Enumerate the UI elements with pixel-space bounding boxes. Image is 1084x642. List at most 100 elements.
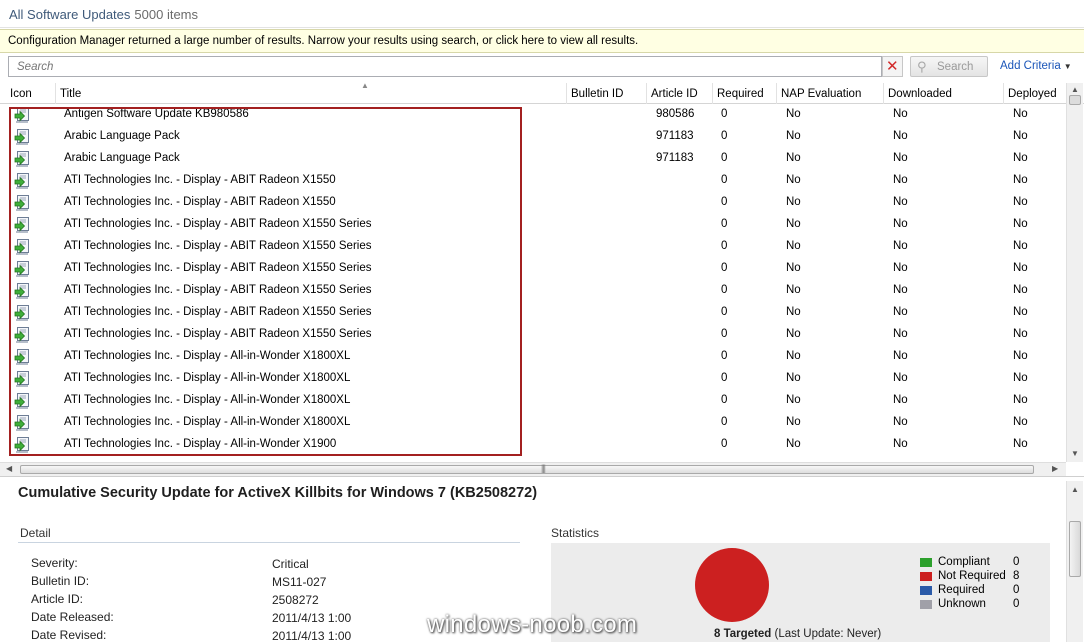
column-header-deployed[interactable]: Deployed [1004, 83, 1066, 104]
results-info-text[interactable]: Configuration Manager returned a large n… [8, 35, 638, 47]
legend-label: Required [938, 584, 985, 596]
legend-item-required: Required 0 [919, 584, 1029, 598]
legend-value: 0 [1013, 584, 1020, 596]
cell-deployed: No [1013, 262, 1028, 274]
cell-nap-evaluation: No [786, 108, 801, 120]
table-row[interactable]: ATI Technologies Inc. - Display - ABIT R… [0, 258, 1066, 280]
grid-header: Icon Title ▲ Bulletin ID Article ID Requi… [0, 81, 1084, 104]
legend-label: Compliant [938, 556, 990, 568]
search-button[interactable]: ⚲ Search [910, 56, 988, 77]
legend-value: 0 [1013, 598, 1020, 610]
date-revised-value: 2011/4/13 1:00 [272, 629, 352, 642]
table-row[interactable]: ATI Technologies Inc. - Display - ABIT R… [0, 302, 1066, 324]
clear-search-button[interactable]: ✕ [882, 56, 903, 77]
column-header-nap-evaluation[interactable]: NAP Evaluation [777, 83, 884, 104]
scroll-down-icon[interactable]: ▼ [1071, 449, 1079, 458]
software-update-icon [14, 437, 30, 453]
cell-title: ATI Technologies Inc. - Display - All-in… [64, 350, 351, 362]
details-vertical-scrollbar[interactable]: ▲ [1066, 481, 1083, 642]
cell-deployed: No [1013, 306, 1028, 318]
cell-title: Antigen Software Update KB980586 [64, 108, 249, 120]
column-header-required[interactable]: Required [713, 83, 777, 104]
hscroll-thumb[interactable]: ||| [20, 463, 1034, 474]
cell-downloaded: No [893, 108, 908, 120]
cell-downloaded: No [893, 196, 908, 208]
legend-swatch-compliant [920, 558, 932, 567]
software-update-icon [14, 151, 30, 167]
search-icon: ⚲ [917, 59, 927, 74]
add-criteria-label: Add Criteria [1000, 60, 1061, 72]
table-row[interactable]: ATI Technologies Inc. - Display - All-in… [0, 346, 1066, 368]
cell-title: ATI Technologies Inc. - Display - ABIT R… [64, 218, 372, 230]
cell-nap-evaluation: No [786, 262, 801, 274]
cell-deployed: No [1013, 152, 1028, 164]
cell-downloaded: No [893, 306, 908, 318]
table-row[interactable]: ATI Technologies Inc. - Display - All-in… [0, 390, 1066, 412]
detail-section-heading: Detail [20, 526, 51, 540]
cell-deployed: No [1013, 130, 1028, 142]
column-header-bulletin-id[interactable]: Bulletin ID [567, 83, 647, 104]
cell-downloaded: No [893, 416, 908, 428]
targeted-count: 8 Targeted [714, 628, 772, 640]
grid-horizontal-scrollbar[interactable]: ◀ ||| ▶ [0, 462, 1066, 476]
column-header-title[interactable]: Title ▲ [56, 81, 567, 104]
table-row[interactable]: ATI Technologies Inc. - Display - ABIT R… [0, 324, 1066, 346]
cell-deployed: No [1013, 328, 1028, 340]
search-input[interactable] [8, 56, 882, 77]
cell-deployed: No [1013, 416, 1028, 428]
software-update-icon [14, 371, 30, 387]
table-row[interactable]: ATI Technologies Inc. - Display - All-in… [0, 412, 1066, 434]
software-update-icon [14, 261, 30, 277]
legend-item-not-required: Not Required 8 [919, 570, 1029, 584]
cell-required: 0 [721, 394, 728, 406]
software-update-icon [14, 349, 30, 365]
details-scroll-thumb[interactable] [1069, 521, 1081, 577]
table-row[interactable]: ATI Technologies Inc. - Display - ABIT R… [0, 192, 1066, 214]
table-row[interactable]: ATI Technologies Inc. - Display - ABIT R… [0, 214, 1066, 236]
cell-article-id: 971183 [656, 152, 694, 164]
software-update-icon [14, 217, 30, 233]
grid-vertical-scrollbar[interactable]: ▲ ▼ [1066, 83, 1083, 462]
cell-nap-evaluation: No [786, 306, 801, 318]
table-row[interactable]: ATI Technologies Inc. - Display - ABIT R… [0, 170, 1066, 192]
legend-swatch-required [920, 586, 932, 595]
column-header-icon[interactable]: Icon [6, 83, 56, 104]
sort-ascending-icon: ▲ [361, 81, 369, 90]
cell-deployed: No [1013, 284, 1028, 296]
date-released-label: Date Released: [31, 610, 114, 624]
scroll-thumb[interactable] [1069, 95, 1081, 105]
compliance-legend: Compliant 0 Not Required 8 Required 0 Un… [919, 556, 1029, 612]
cell-required: 0 [721, 306, 728, 318]
cell-title: ATI Technologies Inc. - Display - All-in… [64, 394, 351, 406]
cell-required: 0 [721, 372, 728, 384]
table-row[interactable]: ATI Technologies Inc. - Display - ABIT R… [0, 280, 1066, 302]
cell-title: ATI Technologies Inc. - Display - ABIT R… [64, 262, 372, 274]
cell-article-id: 971183 [656, 130, 694, 142]
date-revised-label: Date Revised: [31, 628, 107, 642]
scroll-up-icon[interactable]: ▲ [1071, 85, 1079, 94]
software-update-icon [14, 239, 30, 255]
table-row[interactable]: ATI Technologies Inc. - Display - All-in… [0, 368, 1066, 390]
cell-deployed: No [1013, 174, 1028, 186]
cell-title: ATI Technologies Inc. - Display - All-in… [64, 416, 351, 428]
table-row[interactable]: ATI Technologies Inc. - Display - ABIT R… [0, 236, 1066, 258]
table-row[interactable]: Arabic Language Pack 971183 0 No No No [0, 126, 1066, 148]
column-header-article-id[interactable]: Article ID [647, 83, 713, 104]
cell-downloaded: No [893, 284, 908, 296]
search-row: ✕ ⚲ Search Add Criteria▼ [0, 53, 1084, 83]
scroll-up-icon[interactable]: ▲ [1071, 485, 1079, 494]
cell-nap-evaluation: No [786, 152, 801, 164]
add-criteria-link[interactable]: Add Criteria ▼ [1000, 60, 1072, 72]
cell-deployed: No [1013, 438, 1028, 450]
scroll-left-icon[interactable]: ◀ [6, 464, 12, 473]
column-header-downloaded[interactable]: Downloaded [884, 83, 1004, 104]
column-header-title-label: Title [60, 88, 82, 100]
last-update: (Last Update: Never) [774, 628, 882, 640]
cell-deployed: No [1013, 372, 1028, 384]
table-row[interactable]: Antigen Software Update KB980586 980586 0 N… [0, 104, 1066, 126]
cell-title: Arabic Language Pack [64, 152, 180, 164]
table-row[interactable]: ATI Technologies Inc. - Display - All-in… [0, 434, 1066, 456]
scroll-right-icon[interactable]: ▶ [1052, 464, 1058, 473]
results-info-bar[interactable]: Configuration Manager returned a large n… [0, 29, 1084, 53]
table-row[interactable]: Arabic Language Pack 971183 0 No No No [0, 148, 1066, 170]
